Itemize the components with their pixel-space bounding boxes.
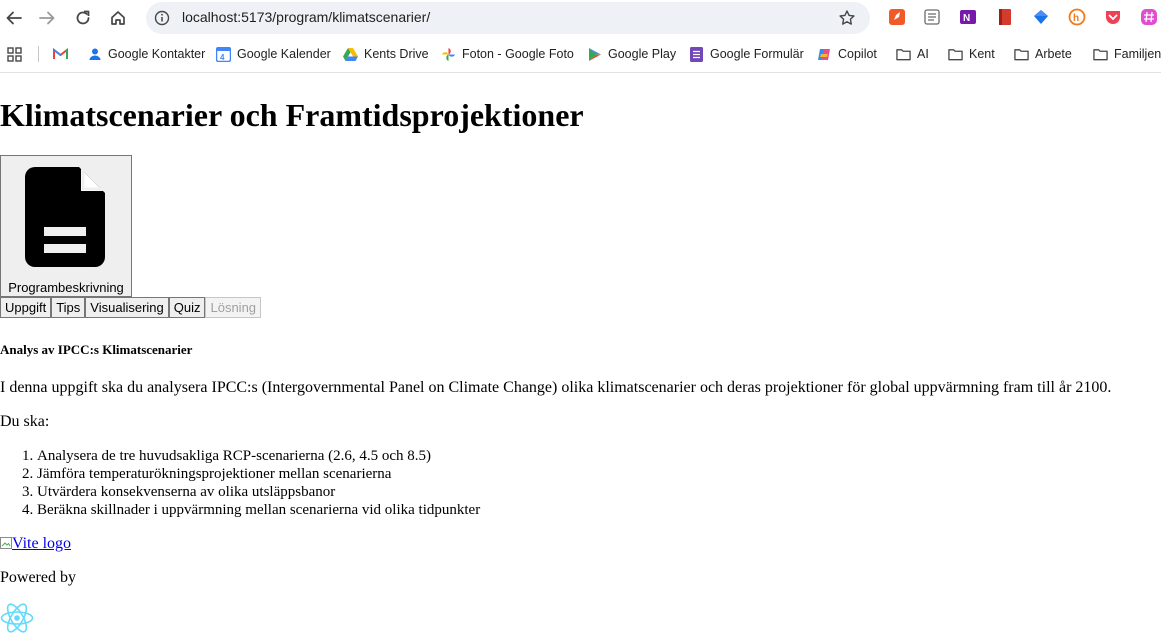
pocket-extension-icon[interactable] [1104,8,1122,26]
bookmark-folder-arbete[interactable]: Arbete [1014,45,1072,63]
hash-extension-icon[interactable] [1140,8,1158,26]
tab-quiz[interactable]: Quiz [168,297,206,318]
calendar-icon: 4 [216,46,231,62]
list-item: Jämföra temperaturökningsprojektioner me… [37,465,480,483]
forms-icon [689,46,704,62]
bookmark-gmail[interactable] [53,45,74,63]
vite-logo-alt-text: Vite logo [12,535,72,552]
folder-icon [1014,47,1029,62]
bookmark-kents-drive[interactable]: Kents Drive [343,45,429,63]
broken-image-icon [0,536,12,549]
onenote-extension-icon[interactable]: N [959,8,977,26]
bookmarks-bar: Google Kontakter 4 Google Kalender Kents… [0,36,1161,73]
program-description-label: Programbeskrivning [8,280,124,295]
url-text[interactable]: localhost:5173/program/klimatscenarier/ [182,9,430,25]
bookmark-label: Kent [969,47,995,61]
list-item: Analysera de tre huvudsakliga RCP-scenar… [37,447,480,465]
home-icon [111,11,125,25]
bookmark-star-icon[interactable] [838,9,856,32]
bookmark-label: Arbete [1035,47,1072,61]
photos-icon [441,47,456,62]
powered-by-text: Powered by [0,569,76,586]
book-extension-icon[interactable] [996,8,1014,26]
bookmark-label: Foton - Google Foto [462,47,574,61]
browser-toolbar: localhost:5173/program/klimatscenarier/ … [0,0,1161,36]
apps-grid-icon[interactable] [7,45,22,63]
bookmark-label: AI [917,47,929,61]
folder-icon [896,47,911,62]
react-logo-icon[interactable] [0,601,34,640]
gmail-icon [53,47,68,62]
svg-text:h: h [1073,13,1079,24]
bookmark-label: Kents Drive [364,47,429,61]
bookmark-label: Familjen [1114,47,1161,61]
bookmark-google-formular[interactable]: Google Formulär [689,45,804,63]
site-info-icon[interactable] [154,10,170,31]
back-button[interactable] [0,4,28,32]
list-item: Utvärdera konsekvenserna av olika utsläp… [37,483,480,501]
bookmark-google-foto[interactable]: Foton - Google Foto [441,45,574,63]
vite-logo-link[interactable]: Vite logo [0,535,71,553]
svg-text:4: 4 [220,53,225,62]
task-list: Analysera de tre huvudsakliga RCP-scenar… [0,447,480,519]
page-title: Klimatscenarier och Framtidsprojektioner [0,97,584,133]
folder-icon [948,47,963,62]
program-description-button[interactable]: Programbeskrivning [0,155,132,297]
contacts-icon [87,47,102,62]
section-heading: Analys av IPCC:s Klimatscenarier [0,342,193,357]
copilot-icon [817,47,832,62]
list-item: Beräkna skillnader i uppvärmning mellan … [37,501,480,519]
bookmark-folder-kent[interactable]: Kent [948,45,995,63]
bookmark-copilot[interactable]: Copilot [817,45,877,63]
bookmark-google-kontakter[interactable]: Google Kontakter [87,45,205,63]
bookmark-label: Google Kontakter [108,47,206,61]
drive-icon [343,47,358,62]
bookmark-label: Google Formulär [710,47,804,61]
tab-bar: Uppgift Tips Visualisering Quiz Lösning [0,297,262,318]
page-content: Klimatscenarier och Framtidsprojektioner… [0,73,1161,635]
du-ska-label: Du ska: [0,413,50,430]
tab-visualisering[interactable]: Visualisering [85,297,169,318]
reload-icon [76,10,90,25]
bookmark-folder-ai[interactable]: AI [896,45,929,63]
diamond-extension-icon[interactable] [1032,8,1050,26]
reload-button[interactable] [69,4,97,32]
document-icon [25,167,105,270]
tab-uppgift[interactable]: Uppgift [0,297,52,318]
tab-tips[interactable]: Tips [51,297,86,318]
bookmark-google-play[interactable]: Google Play [587,45,676,63]
bookmark-label: Copilot [838,47,877,61]
reader-extension-icon[interactable] [923,8,941,26]
bookmark-label: Google Play [608,47,677,61]
bookmark-label: Google Kalender [237,47,331,61]
folder-icon [1093,47,1108,62]
tab-losning: Lösning [205,297,262,318]
bookmark-folder-familjen[interactable]: Familjen [1093,45,1161,63]
hb-extension-icon[interactable]: h [1068,8,1086,26]
back-arrow-icon [6,11,22,25]
home-button[interactable] [104,4,132,32]
intro-paragraph: I denna uppgift ska du analysera IPCC:s … [0,379,1112,396]
address-bar[interactable]: localhost:5173/program/klimatscenarier/ [146,2,870,34]
forward-button[interactable] [33,4,61,32]
svg-text:N: N [963,13,970,24]
rocket-extension-icon[interactable] [888,8,906,26]
bookmark-google-kalender[interactable]: 4 Google Kalender [216,45,331,63]
bookmarks-separator [38,46,39,62]
forward-arrow-icon [39,11,55,25]
play-icon [587,47,602,62]
